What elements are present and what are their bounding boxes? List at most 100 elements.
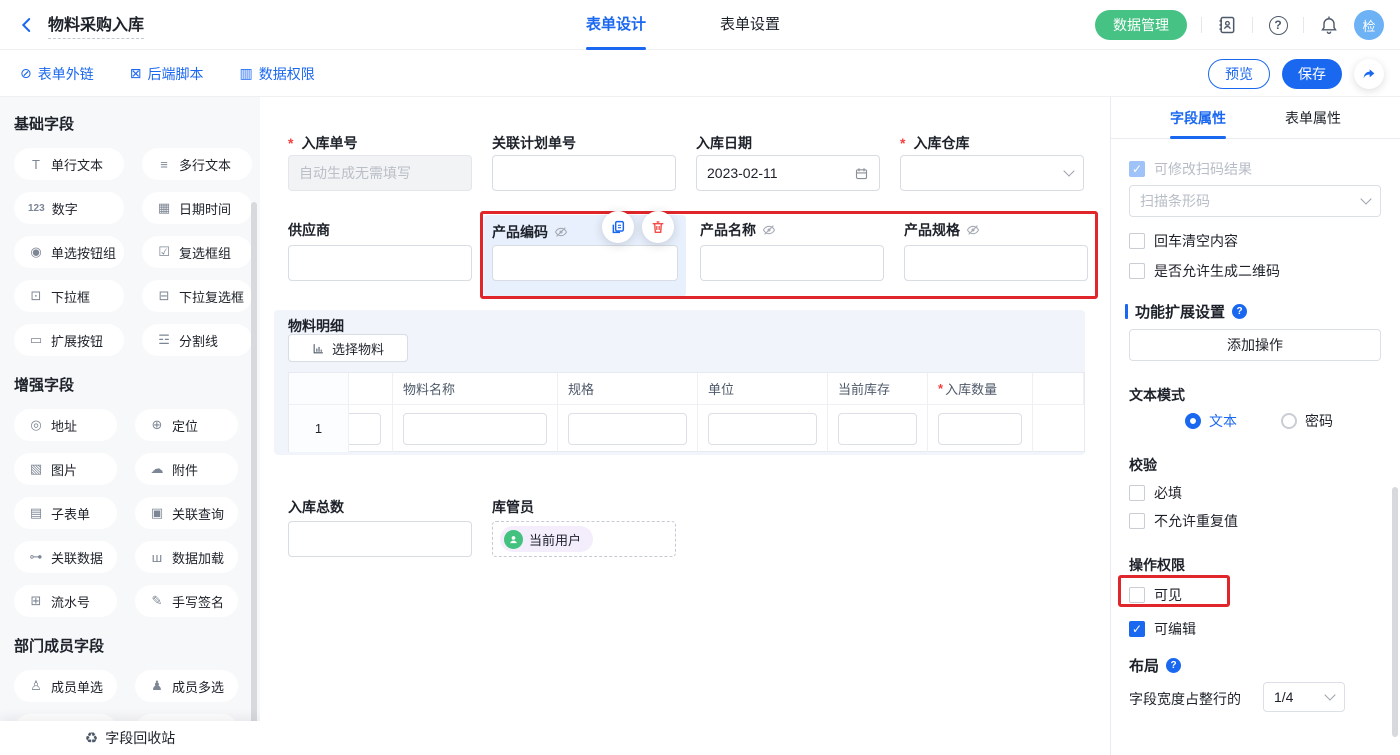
checkbox-allow-qrcode[interactable]: 是否允许生成二维码: [1129, 261, 1280, 281]
field-width-select[interactable]: 1/4: [1263, 682, 1345, 712]
field-label-product-code: 产品编码: [492, 222, 568, 242]
material-detail-section[interactable]: 物料明细 选择物料 物料名称 规格 单位 当前库存 入库数量 1: [274, 310, 1085, 455]
contacts-book-icon: [1217, 15, 1237, 35]
current-user-tag[interactable]: 当前用户: [500, 526, 593, 552]
checkbox-visible[interactable]: 可见: [1129, 585, 1182, 605]
select-material-button[interactable]: 选择物料: [288, 334, 408, 362]
keeper-member-field[interactable]: 当前用户: [492, 521, 676, 557]
chip-datetime[interactable]: ▦日期时间: [142, 192, 252, 224]
form-toolbar: ⊘表单外链 ⊠后端脚本 ▥数据权限 预览 保存: [0, 50, 1400, 97]
table-cell-input[interactable]: [938, 413, 1022, 445]
checkbox-no-duplicates[interactable]: 不允许重复值: [1129, 511, 1238, 531]
chip-checkbox-group[interactable]: ☑复选框组: [142, 236, 252, 268]
eye-off-icon: [966, 223, 980, 237]
chip-member-single[interactable]: ♙成员单选: [14, 670, 117, 702]
table-cell-input[interactable]: [403, 413, 547, 445]
chevron-down-icon: [1360, 193, 1371, 204]
textarea-icon: ≡: [156, 157, 172, 172]
chevron-down-icon: [1063, 165, 1074, 176]
tab-form-settings[interactable]: 表单设置: [720, 0, 780, 50]
preview-button[interactable]: 预览: [1208, 59, 1270, 89]
eye-off-icon: [762, 223, 776, 237]
signature-icon: ✎: [149, 593, 165, 609]
checkbox-icon: [1129, 513, 1145, 529]
share-button[interactable]: [1354, 59, 1384, 89]
attachment-icon: ☁: [149, 461, 165, 477]
field-width-label: 字段宽度占整行的: [1129, 689, 1241, 709]
chip-subform[interactable]: ▤子表单: [14, 497, 117, 529]
data-permission-button[interactable]: ▥数据权限: [239, 64, 314, 84]
checkbox-icon: [1129, 263, 1145, 279]
chip-select[interactable]: ⊡下拉框: [14, 280, 124, 312]
checkbox-icon: [1129, 485, 1145, 501]
field-label-product-name: 产品名称: [700, 220, 776, 240]
panel-scrollbar[interactable]: [1392, 487, 1398, 737]
product-name-input[interactable]: [700, 245, 884, 281]
contacts-book-button[interactable]: [1216, 14, 1238, 36]
back-button[interactable]: [16, 14, 38, 36]
radio-text[interactable]: 文本: [1185, 411, 1237, 431]
plan-no-input[interactable]: [492, 155, 676, 191]
field-label-receipt-no: 入库单号: [288, 133, 357, 153]
add-action-button[interactable]: 添加操作: [1129, 329, 1381, 361]
chip-divider[interactable]: ☲分割线: [142, 324, 252, 356]
help-icon[interactable]: ?: [1232, 304, 1247, 319]
sidebar-scrollbar[interactable]: [251, 202, 257, 754]
save-button[interactable]: 保存: [1282, 59, 1342, 89]
chip-serial-number[interactable]: ⊞流水号: [14, 585, 117, 617]
col-header-index: [289, 373, 349, 405]
col-header-spec: 规格: [558, 373, 698, 405]
help-icon[interactable]: ?: [1166, 658, 1181, 673]
chip-image[interactable]: ▧图片: [14, 453, 117, 485]
checkbox-icon: ✓: [1129, 621, 1145, 637]
tab-form-design[interactable]: 表单设计: [586, 0, 646, 50]
product-spec-input[interactable]: [904, 245, 1088, 281]
backend-script-button[interactable]: ⊠后端脚本: [130, 64, 204, 84]
total-input[interactable]: [288, 521, 472, 557]
chip-multi-select[interactable]: ⊟下拉复选框: [142, 280, 252, 312]
section-extension-settings: 功能扩展设置 ?: [1125, 301, 1247, 322]
data-load-icon: ш: [149, 550, 165, 565]
chip-data-load[interactable]: ш数据加载: [135, 541, 238, 573]
data-manage-button[interactable]: 数据管理: [1095, 10, 1187, 40]
chip-lookup-query[interactable]: ▣关联查询: [135, 497, 238, 529]
notification-button[interactable]: [1318, 14, 1340, 36]
validation-label: 校验: [1129, 455, 1157, 475]
table-cell-input[interactable]: [349, 413, 381, 445]
warehouse-select[interactable]: [900, 155, 1084, 191]
chip-extend-button[interactable]: ▭扩展按钮: [14, 324, 124, 356]
tab-form-properties[interactable]: 表单属性: [1271, 97, 1355, 139]
divider: [1303, 17, 1304, 33]
table-cell-input[interactable]: [708, 413, 817, 445]
copy-field-button[interactable]: [602, 211, 634, 243]
panel-tabs: 字段属性 表单属性: [1111, 97, 1400, 139]
chip-signature[interactable]: ✎手写签名: [135, 585, 238, 617]
radio-password[interactable]: 密码: [1281, 411, 1333, 431]
chip-radio-group[interactable]: ◉单选按钮组: [14, 236, 124, 268]
chip-linked-data[interactable]: ⊶关联数据: [14, 541, 117, 573]
help-button[interactable]: ?: [1267, 14, 1289, 36]
field-label-keeper: 库管员: [492, 497, 534, 517]
product-code-input[interactable]: [492, 245, 678, 281]
page-title[interactable]: 物料采购入库: [48, 11, 144, 39]
chip-single-line-text[interactable]: T单行文本: [14, 148, 124, 180]
tab-field-properties[interactable]: 字段属性: [1156, 97, 1240, 139]
chip-address[interactable]: ◎地址: [14, 409, 117, 441]
table-cell-input[interactable]: [838, 413, 917, 445]
checkbox-clear-on-enter[interactable]: 回车清空内容: [1129, 231, 1238, 251]
user-avatar[interactable]: 检: [1354, 10, 1384, 40]
table-cell-spec: [558, 405, 698, 452]
table-cell-input[interactable]: [568, 413, 687, 445]
supplier-input[interactable]: [288, 245, 472, 281]
chip-member-multi[interactable]: ♟成员多选: [135, 670, 238, 702]
chip-number[interactable]: 123数字: [14, 192, 124, 224]
chip-attachment[interactable]: ☁附件: [135, 453, 238, 485]
date-input[interactable]: 2023-02-11: [696, 155, 880, 191]
field-recycle-bin[interactable]: ♻ 字段回收站: [0, 721, 260, 755]
chip-multi-line-text[interactable]: ≡多行文本: [142, 148, 252, 180]
chip-location[interactable]: ⊕定位: [135, 409, 238, 441]
delete-field-button[interactable]: [642, 211, 674, 243]
form-external-link-button[interactable]: ⊘表单外链: [20, 64, 94, 84]
checkbox-required[interactable]: 必填: [1129, 483, 1182, 503]
checkbox-editable[interactable]: ✓ 可编辑: [1129, 619, 1196, 639]
